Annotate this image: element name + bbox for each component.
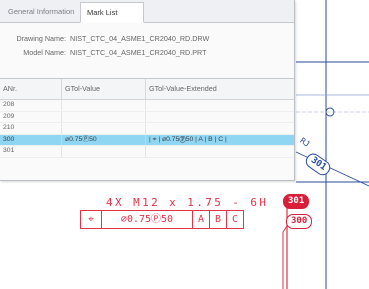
cell-anr: 210: [0, 123, 62, 134]
datum-b-cell: B: [210, 211, 227, 228]
table-row[interactable]: 210: [0, 123, 294, 135]
cell-gtol-extended: [146, 146, 294, 157]
table-header: ANr. GTol-Value GTol-Value-Extended: [0, 79, 294, 100]
mark-list-panel: General Information Mark List Drawing Na…: [0, 0, 295, 181]
model-name-value: NIST_CTC_04_ASME1_CR2040_RD.PRT: [70, 48, 207, 57]
position-icon: ⌖: [81, 211, 102, 228]
model-name-row: Model Name: NIST_CTC_04_ASME1_CR2040_RD.P…: [0, 47, 207, 59]
drawing-name-label: Drawing Name:: [16, 34, 66, 43]
table-row[interactable]: 209: [0, 111, 294, 123]
feature-control-frame[interactable]: ⌖ ⌀0.75Ⓟ50 A B C: [80, 210, 244, 229]
cell-gtol-extended: [146, 112, 294, 123]
tolerance-cell: ⌀0.75Ⓟ50: [102, 211, 193, 228]
cell-gtol-extended: | ⌖ | ⌀0.75Ⓟ50 | A | B | C |: [149, 135, 227, 143]
tab-general-information[interactable]: General Information: [2, 2, 84, 21]
table-row[interactable]: 208: [0, 100, 294, 112]
table-row[interactable]: 301: [0, 146, 294, 158]
datum-a-cell: A: [193, 211, 210, 228]
cell-anr: 300: [0, 134, 62, 145]
datum-c-cell: C: [231, 214, 239, 225]
cell-gtol-value: [62, 111, 146, 122]
drawing-name-value: NIST_CTC_04_ASME1_CR2040_RD.DRW: [70, 34, 210, 43]
mark-table: ANr. GTol-Value GTol-Value-Extended 208 …: [0, 78, 294, 158]
mark-badge-301[interactable]: 301: [283, 194, 310, 209]
cell-anr: 301: [0, 146, 62, 157]
cell-gtol-extended: [146, 123, 294, 134]
cell-anr: 208: [0, 100, 62, 111]
cell-gtol-extended: [146, 100, 294, 111]
cell-gtol-value: [62, 100, 146, 111]
thread-callout[interactable]: 4X M12 x 1.75 - 6H: [106, 196, 268, 209]
cell-gtol-value: ⌀0.75Ⓟ50: [62, 134, 146, 145]
table-row-selected[interactable]: 300 ⌀0.75Ⓟ50 | ⌖ | ⌀0.75Ⓟ50 | A | B | C …: [0, 134, 294, 146]
column-header-anr[interactable]: ANr.: [0, 79, 62, 99]
column-header-gtol-value[interactable]: GTol-Value: [62, 79, 146, 99]
tab-mark-list[interactable]: Mark List: [80, 2, 144, 23]
column-header-gtol-extended[interactable]: GTol-Value-Extended: [146, 79, 294, 99]
cell-anr: 209: [0, 111, 62, 122]
tab-bar: General Information Mark List: [0, 0, 294, 23]
cell-gtol-value: [62, 123, 146, 134]
mark-badge-300[interactable]: 300: [286, 214, 313, 229]
drawing-name-row: Drawing Name: NIST_CTC_04_ASME1_CR2040_RD…: [0, 33, 209, 45]
cell-gtol-value: [62, 146, 146, 157]
model-name-label: Model Name:: [23, 48, 66, 57]
